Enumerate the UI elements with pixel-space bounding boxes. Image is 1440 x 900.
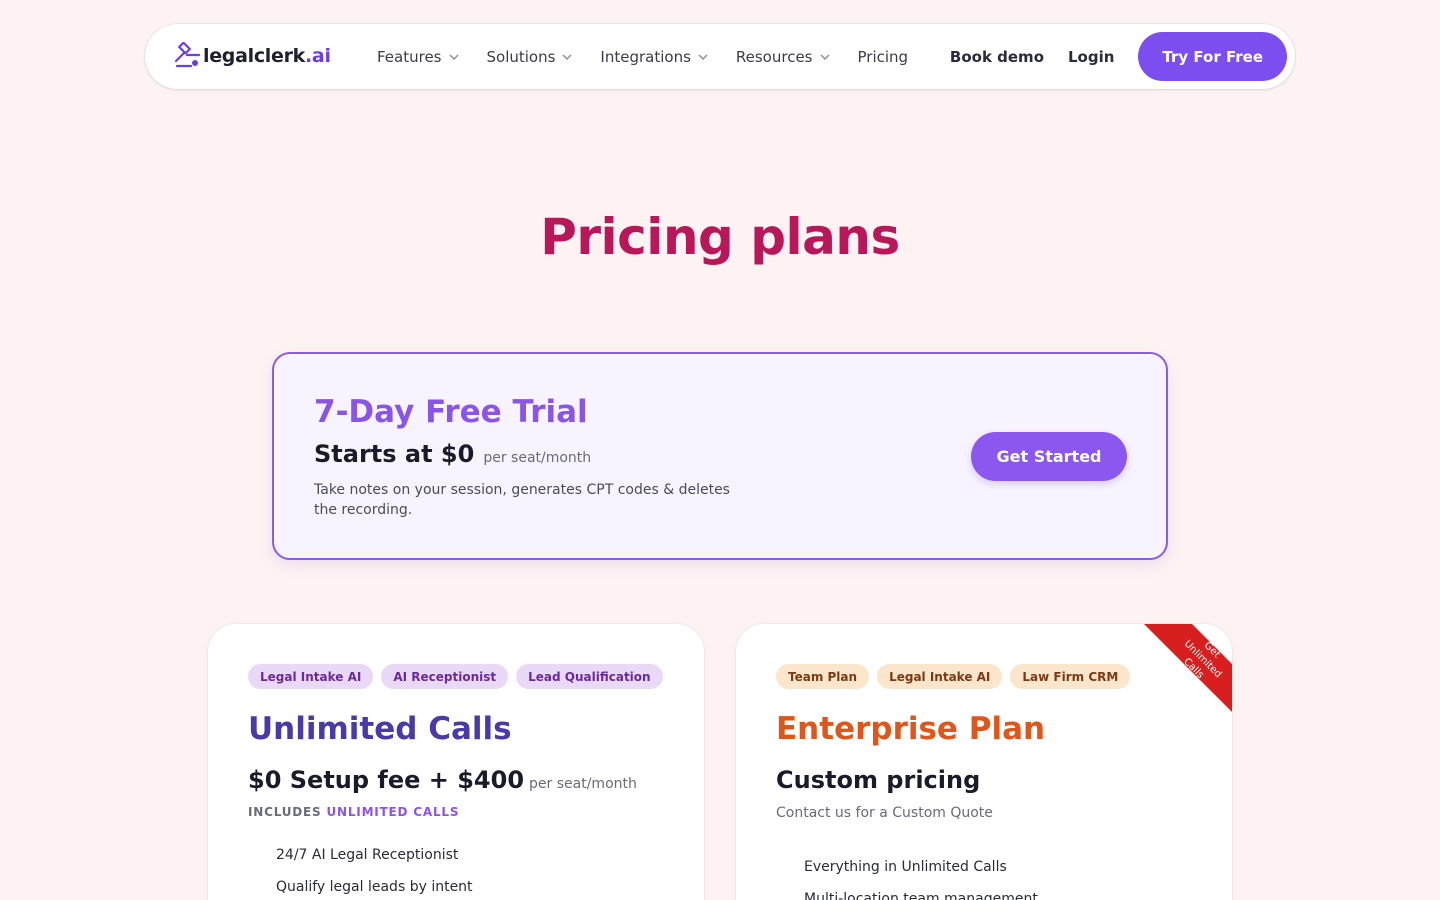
menu-item-label: Solutions [486,47,556,66]
plan-tag: Legal Intake AI [248,664,374,689]
plan-feature-list: Everything in Unlimited Calls Multi-loca… [804,858,1038,900]
plan-tag: AI Receptionist [381,664,509,689]
menu-item-resources[interactable]: Resources [736,48,830,66]
includes-prefix: INCLUDES [248,805,322,819]
plan-feature: Qualify legal leads by intent [276,879,473,895]
plan-tag: Lead Qualification [516,664,663,689]
plan-feature-list: 24/7 AI Legal Receptionist Qualify legal… [276,846,473,900]
menu-item-solutions[interactable]: Solutions [487,48,573,66]
plan-card-enterprise: Get Unlimited Calls Team Plan Legal Inta… [736,624,1232,900]
plan-tags: Legal Intake AI AI Receptionist Lead Qua… [248,664,671,689]
trial-price-amount: Starts at $0 [314,440,475,468]
get-started-button[interactable]: Get Started [971,432,1127,481]
try-for-free-button[interactable]: Try For Free [1138,32,1287,81]
main-menu: Features Solutions Integrations Resource… [377,24,936,89]
plan-title: Enterprise Plan [776,711,1046,747]
plan-price-amount: Custom pricing [776,766,981,794]
book-demo-link[interactable]: Book demo [950,48,1044,66]
ribbon-label: Get Unlimited Calls [1140,624,1232,716]
chevron-down-icon [698,54,708,60]
chevron-down-icon [449,54,458,60]
menu-item-label: Features [377,47,442,66]
includes-highlight: UNLIMITED CALLS [326,805,460,819]
plan-feature: 24/7 AI Legal Receptionist [276,847,459,863]
plan-price-amount: $0 Setup fee + $400 [248,766,525,794]
plan-title: Unlimited Calls [248,711,512,747]
plan-tag: Team Plan [776,664,870,689]
page-title: Pricing plans [540,208,900,266]
chevron-down-icon [562,54,572,60]
menu-item-pricing[interactable]: Pricing [858,48,909,66]
logo[interactable]: legalclerk.ai [173,42,331,70]
chevron-down-icon [820,54,829,60]
menu-item-label: Integrations [600,47,691,66]
login-link[interactable]: Login [1068,48,1114,66]
plan-feature: Everything in Unlimited Calls [804,859,1007,875]
gavel-icon [174,42,201,68]
top-navigation: legalclerk.ai Features Solutions Integra… [145,24,1295,89]
menu-item-features[interactable]: Features [377,48,459,66]
menu-item-integrations[interactable]: Integrations [600,47,708,66]
plan-price-unit: per seat/month [529,776,637,792]
nav-actions: Book demo Login Try For Free [950,32,1287,81]
plan-tag: Legal Intake AI [877,664,1003,689]
logo-text: legalclerk.ai [203,45,331,67]
trial-description: Take notes on your session, generates CP… [314,482,730,518]
trial-price-unit: per seat/month [483,450,592,466]
plan-tags: Team Plan Legal Intake AI Law Firm CRM [776,664,1138,689]
plan-price: $0 Setup fee + $400 per seat/month [248,766,637,794]
free-trial-card: 7-Day Free Trial Starts at $0 per seat/m… [272,352,1168,560]
plan-card-unlimited: Legal Intake AI AI Receptionist Lead Qua… [208,624,704,900]
menu-item-label: Pricing [857,47,909,66]
trial-title: 7-Day Free Trial [314,394,588,430]
trial-price: Starts at $0 per seat/month [314,440,591,468]
menu-item-label: Resources [735,47,813,66]
plan-tag: Law Firm CRM [1010,664,1131,689]
plan-subtitle: Contact us for a Custom Quote [776,805,993,821]
corner-ribbon: Get Unlimited Calls [1140,624,1232,716]
plan-price: Custom pricing [776,766,980,794]
plan-includes: INCLUDES UNLIMITED CALLS [248,805,459,819]
plan-feature: Multi-location team management [804,891,1038,900]
